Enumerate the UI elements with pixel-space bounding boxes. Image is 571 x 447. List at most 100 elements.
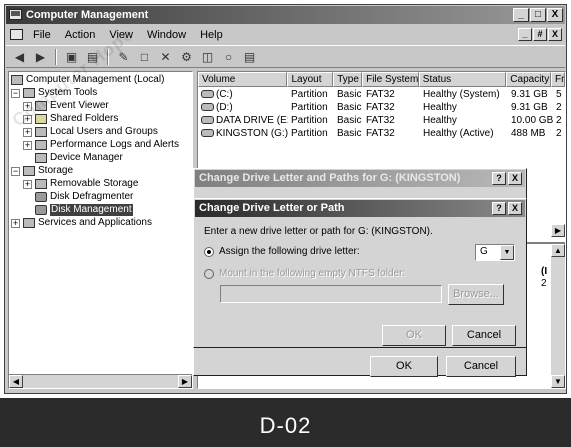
volume-cell: KINGSTON (G:) — [198, 127, 288, 140]
type-cell: Basic — [337, 89, 362, 100]
table-row[interactable]: KINGSTON (G:) Partition Basic FAT32 Heal… — [198, 127, 565, 140]
defrag-icon — [35, 192, 47, 202]
dialog-title-bar[interactable]: Change Drive Letter and Paths for G: (KI… — [195, 170, 525, 187]
volume-icon — [201, 90, 214, 99]
tree-item-performance-logs[interactable]: + Performance Logs and Alerts — [23, 139, 179, 151]
tree-item-disk-management[interactable]: Disk Management — [35, 204, 133, 216]
drive-letter-value: G — [480, 246, 488, 257]
menu-file[interactable]: File — [26, 29, 58, 41]
column-header-type[interactable]: Type — [333, 72, 363, 87]
dialog-help-button[interactable]: ? — [492, 202, 506, 215]
tree-item-removable-storage[interactable]: + Removable Storage — [23, 178, 138, 190]
mount-folder-radio[interactable] — [204, 269, 214, 279]
cancel-button[interactable]: Cancel — [446, 356, 516, 377]
disk-management-icon — [35, 205, 47, 215]
list-scroll-right-icon[interactable]: ▶ — [551, 224, 565, 237]
child-close-button[interactable]: X — [548, 28, 562, 41]
capacity-cell: 488 MB — [511, 128, 546, 139]
type-cell: Basic — [337, 115, 362, 126]
menu-help[interactable]: Help — [193, 29, 230, 41]
ok-button[interactable]: OK — [382, 325, 446, 346]
tree-item-local-users[interactable]: + Local Users and Groups — [23, 126, 158, 138]
tree-item-label: Shared Folders — [50, 113, 119, 124]
column-header-file-system[interactable]: File System — [362, 72, 419, 87]
removable-storage-icon — [35, 179, 47, 189]
close-button[interactable]: X — [547, 8, 563, 22]
services-icon — [23, 218, 35, 228]
computer-icon — [11, 75, 23, 85]
cancel-button[interactable]: Cancel — [452, 325, 516, 346]
browse-button[interactable]: Browse... — [448, 284, 504, 305]
ok-button[interactable]: OK — [370, 356, 438, 377]
dialog-close-button[interactable]: X — [508, 202, 522, 215]
tree-horizontal-scrollbar[interactable]: ◀ ▶ — [9, 374, 192, 388]
drive-letter-select[interactable]: G ▼ — [475, 244, 515, 261]
search-icon[interactable]: ○ — [219, 48, 238, 65]
expand-toggle[interactable]: + — [11, 218, 20, 228]
column-header-layout[interactable]: Layout — [287, 72, 334, 87]
disk-size-fragment: 2 — [541, 278, 547, 289]
volume-name: (C:) — [216, 89, 233, 100]
volume-cell: DATA DRIVE (E:) — [198, 114, 288, 127]
expand-toggle[interactable]: + — [23, 140, 32, 150]
column-header-free-space[interactable]: Fr — [551, 72, 565, 87]
back-icon[interactable]: ◀ — [10, 48, 29, 65]
table-row[interactable]: (C:) Partition Basic FAT32 Healthy (Syst… — [198, 88, 565, 101]
column-header-volume[interactable]: Volume — [198, 72, 288, 87]
lower-vertical-scrollbar[interactable]: ▲ ▼ — [551, 244, 565, 388]
disk-icon[interactable]: ▤ — [240, 48, 259, 65]
table-row[interactable]: (D:) Partition Basic FAT32 Healthy 9.31 … — [198, 101, 565, 114]
file-system-cell: FAT32 — [366, 128, 395, 139]
dialog-help-button[interactable]: ? — [492, 172, 506, 185]
child-window-icon[interactable] — [10, 29, 23, 40]
table-row[interactable]: DATA DRIVE (E:) Partition Basic FAT32 He… — [198, 114, 565, 127]
dialog-title-bar[interactable]: Change Drive Letter or Path ? X — [195, 200, 525, 217]
tree-item-label: Removable Storage — [50, 178, 139, 189]
help-icon[interactable]: □ — [135, 48, 154, 65]
expand-toggle[interactable]: + — [23, 179, 32, 189]
maximize-button[interactable]: □ — [530, 8, 546, 22]
minimize-button[interactable]: _ — [513, 8, 529, 22]
child-minimize-button[interactable]: _ — [518, 28, 532, 41]
expand-toggle[interactable]: + — [23, 127, 32, 137]
tree-item-services-applications[interactable]: + Services and Applications — [11, 217, 152, 229]
child-restore-button[interactable]: # — [533, 28, 547, 41]
file-system-cell: FAT32 — [366, 115, 395, 126]
tree-item-disk-defragmenter[interactable]: Disk Defragmenter — [35, 191, 133, 203]
collapse-toggle[interactable]: − — [11, 88, 20, 98]
assign-letter-label: Assign the following drive letter: — [219, 246, 360, 257]
column-header-capacity[interactable]: Capacity — [506, 72, 552, 87]
forward-icon[interactable]: ▶ — [31, 48, 50, 65]
column-header-status[interactable]: Status — [418, 72, 507, 87]
dialog-title: Change Drive Letter and Paths for G: (KI… — [199, 172, 461, 184]
settings-icon[interactable]: ⚙ — [177, 48, 196, 65]
volume-icon — [201, 116, 214, 125]
screenshot-stage: Computer Management _ □ X File Action Vi… — [0, 0, 571, 447]
scroll-down-icon[interactable]: ▼ — [551, 375, 565, 388]
delete-icon[interactable]: ✕ — [156, 48, 175, 65]
file-system-cell: FAT32 — [366, 89, 395, 100]
volume-list-header: Volume Layout Type File System Status Ca… — [198, 72, 565, 87]
tree-item-storage[interactable]: − Storage — [11, 165, 73, 177]
collapse-toggle[interactable]: − — [11, 166, 20, 176]
tree-item-label: Storage — [38, 165, 74, 176]
window-title: Computer Management — [26, 9, 149, 21]
assign-letter-radio[interactable] — [204, 247, 214, 257]
chevron-down-icon[interactable]: ▼ — [500, 245, 514, 260]
tree-item-label: Disk Defragmenter — [50, 191, 134, 202]
mount-folder-path-input[interactable] — [220, 285, 442, 303]
tree-item-device-manager[interactable]: Device Manager — [35, 152, 123, 164]
menu-window[interactable]: Window — [140, 29, 193, 41]
tree-item-label: Disk Management — [50, 204, 133, 216]
scroll-right-icon[interactable]: ▶ — [178, 375, 192, 388]
scroll-up-icon[interactable]: ▲ — [551, 244, 565, 257]
dialog-close-button[interactable]: X — [508, 172, 522, 185]
title-bar[interactable]: Computer Management _ □ X — [6, 6, 565, 24]
open-icon[interactable]: ◫ — [198, 48, 217, 65]
capacity-cell: 10.00 GB — [511, 115, 553, 126]
storage-icon — [23, 166, 35, 176]
tree-item-label: Local Users and Groups — [50, 126, 158, 137]
menu-action[interactable]: Action — [58, 29, 103, 41]
file-system-cell: FAT32 — [366, 102, 395, 113]
scroll-left-icon[interactable]: ◀ — [9, 375, 23, 388]
